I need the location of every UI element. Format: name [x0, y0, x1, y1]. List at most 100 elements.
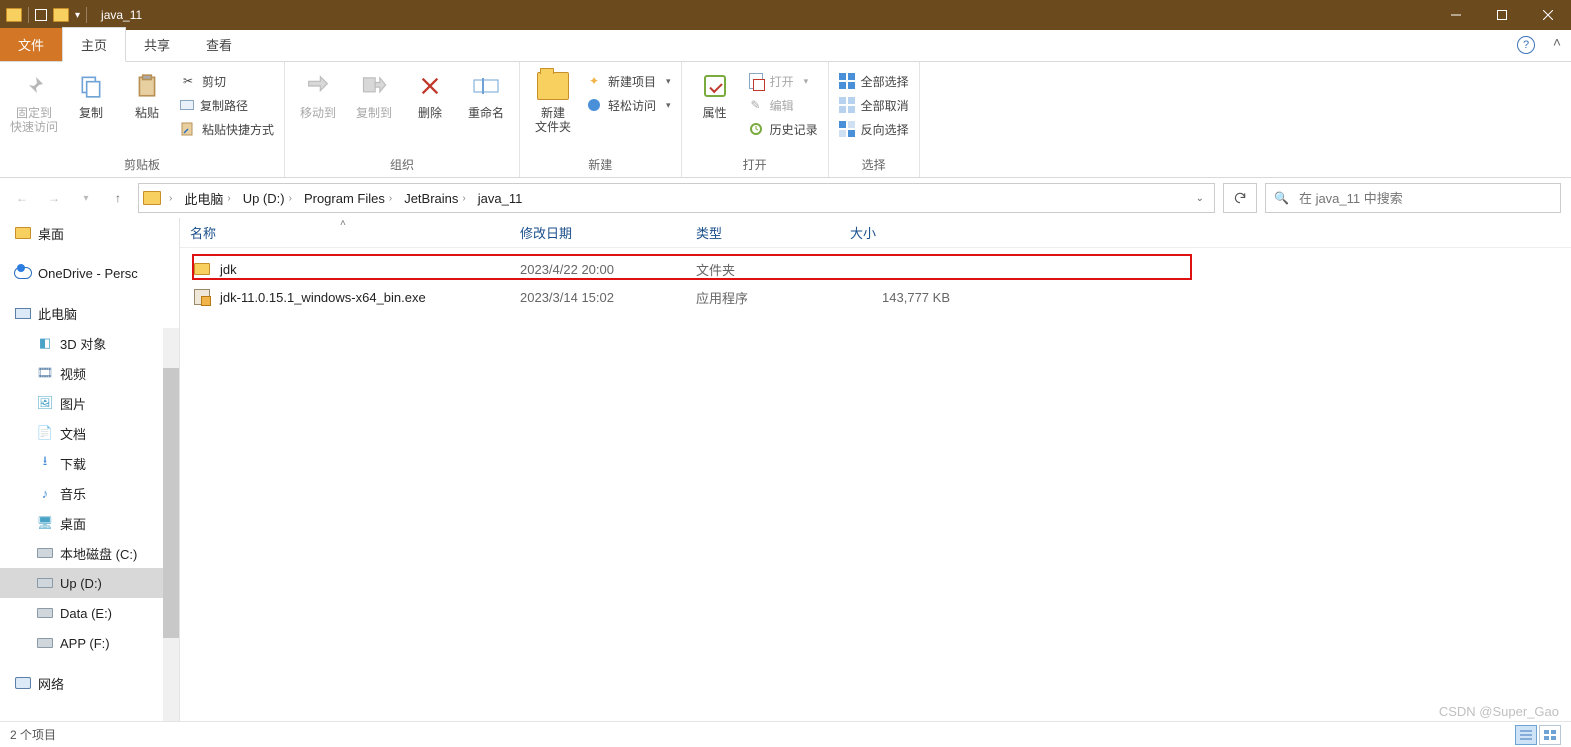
desktop-icon: 🖥 — [36, 515, 54, 531]
chevron-right-icon: › — [289, 193, 292, 204]
path-icon — [180, 100, 194, 110]
help-button[interactable]: ? — [1517, 36, 1535, 54]
shortcut-icon — [180, 121, 196, 137]
cube-icon: ◧ — [36, 335, 54, 351]
close-button[interactable] — [1525, 0, 1571, 30]
music-icon: ♪ — [36, 485, 54, 501]
tree-node-ddrive[interactable]: Up (D:) — [0, 568, 179, 598]
group-label: 新建 — [588, 156, 612, 177]
select-none-button[interactable]: 全部取消 — [839, 94, 909, 116]
cut-button[interactable]: ✂剪切 — [180, 70, 274, 92]
copy-button[interactable]: 复制 — [68, 66, 114, 120]
open-button[interactable]: 打开▾ — [748, 70, 818, 92]
group-label: 打开 — [743, 156, 767, 177]
col-type[interactable]: 类型 — [686, 223, 840, 242]
ribbon: 固定到 快速访问 复制 粘贴 ✂剪切 复制路径 粘贴快捷方式 剪贴板 移动到 复… — [0, 62, 1571, 178]
edit-button[interactable]: ✎编辑 — [748, 94, 818, 116]
maximize-button[interactable] — [1479, 0, 1525, 30]
drive-icon — [36, 635, 54, 651]
icons-view-button[interactable] — [1539, 725, 1561, 745]
back-button[interactable]: ← — [10, 186, 34, 210]
rename-button[interactable]: 重命名 — [463, 66, 509, 120]
tree-node-desktop2[interactable]: 🖥桌面 — [0, 508, 179, 538]
chevron-right-icon: › — [169, 193, 172, 204]
address-bar[interactable]: › 此电脑› Up (D:)› Program Files› JetBrains… — [138, 183, 1215, 213]
tree-node-music[interactable]: ♪音乐 — [0, 478, 179, 508]
forward-button[interactable]: → — [42, 186, 66, 210]
group-select: 全部选择 全部取消 反向选择 选择 — [829, 62, 920, 177]
tree-node-videos[interactable]: 🎞视频 — [0, 358, 179, 388]
document-icon: 📄 — [36, 425, 54, 441]
tree-node-edrive[interactable]: Data (E:) — [0, 598, 179, 628]
tree-node-documents[interactable]: 📄文档 — [0, 418, 179, 448]
col-size[interactable]: 大小 — [840, 223, 990, 242]
tab-file[interactable]: 文件 — [0, 28, 62, 61]
tree-node-fdrive[interactable]: APP (F:) — [0, 628, 179, 658]
move-to-button[interactable]: 移动到 — [295, 66, 341, 120]
folder-icon — [14, 225, 32, 241]
breadcrumb-root[interactable]: › — [165, 193, 176, 204]
breadcrumb-segment[interactable]: Program Files› — [300, 191, 396, 206]
folder-icon — [143, 191, 161, 205]
tree-node-thispc[interactable]: 此电脑 — [0, 298, 179, 328]
selectnone-icon — [839, 97, 855, 113]
breadcrumb-segment[interactable]: java_11 — [474, 191, 527, 206]
group-clipboard: 固定到 快速访问 复制 粘贴 ✂剪切 复制路径 粘贴快捷方式 剪贴板 — [0, 62, 285, 177]
tree-node-downloads[interactable]: ⭳下载 — [0, 448, 179, 478]
history-button[interactable]: 历史记录 — [748, 118, 818, 140]
new-item-button[interactable]: ✦新建项目▾ — [586, 70, 671, 92]
column-headers: ˄ 名称 修改日期 类型 大小 — [180, 218, 1571, 248]
file-row[interactable]: jdk-11.0.15.1_windows-x64_bin.exe 2023/3… — [192, 284, 1000, 310]
chevron-right-icon: › — [389, 193, 392, 204]
tree-node-pictures[interactable]: 🖼图片 — [0, 388, 179, 418]
breadcrumb-segment[interactable]: Up (D:)› — [239, 191, 296, 206]
invert-selection-button[interactable]: 反向选择 — [839, 118, 909, 140]
tree-node-network[interactable]: 网络 — [0, 668, 179, 698]
select-all-button[interactable]: 全部选择 — [839, 70, 909, 92]
tab-home[interactable]: 主页 — [62, 27, 126, 62]
window-controls — [1433, 0, 1571, 30]
tab-share[interactable]: 共享 — [126, 28, 188, 61]
refresh-button[interactable] — [1223, 183, 1257, 213]
navigation-tree: 桌面 OneDrive - Persc 此电脑 ◧3D 对象 🎞视频 🖼图片 📄… — [0, 218, 180, 721]
status-bar: 2 个项目 — [0, 721, 1571, 747]
breadcrumb-segment[interactable]: JetBrains› — [400, 191, 470, 206]
tree-node-3dobjects[interactable]: ◧3D 对象 — [0, 328, 179, 358]
search-input[interactable] — [1297, 190, 1552, 207]
search-box[interactable]: 🔍 — [1265, 183, 1561, 213]
tree-node-desktop[interactable]: 桌面 — [0, 218, 179, 248]
details-view-button[interactable] — [1515, 725, 1537, 745]
delete-button[interactable]: 删除 — [407, 66, 453, 120]
properties-button[interactable]: 属性 — [692, 66, 738, 120]
easy-access-button[interactable]: 轻松访问▾ — [586, 94, 671, 116]
drive-icon — [36, 545, 54, 561]
chevron-down-icon: ▾ — [804, 76, 809, 87]
pin-quickaccess-button[interactable]: 固定到 快速访问 — [10, 66, 58, 134]
group-organize: 移动到 复制到 删除 重命名 组织 — [285, 62, 520, 177]
copy-to-button[interactable]: 复制到 — [351, 66, 397, 120]
tab-view[interactable]: 查看 — [188, 28, 250, 61]
checkbox-icon[interactable] — [35, 9, 47, 21]
copy-path-button[interactable]: 复制路径 — [180, 94, 274, 116]
tree-scrollbar-thumb[interactable] — [163, 368, 179, 638]
minimize-button[interactable] — [1433, 0, 1479, 30]
up-button[interactable]: ↑ — [106, 186, 130, 210]
new-folder-button[interactable]: 新建 文件夹 — [530, 66, 576, 134]
paste-button[interactable]: 粘贴 — [124, 66, 170, 120]
separator — [86, 7, 87, 23]
tree-node-onedrive[interactable]: OneDrive - Persc — [0, 258, 179, 288]
recent-dropdown[interactable]: ▾ — [74, 186, 98, 210]
qat-dropdown-icon[interactable]: ▾ — [75, 10, 80, 21]
ribbon-tabs: 文件 主页 共享 查看 ˄ ? — [0, 30, 1571, 62]
address-dropdown-icon[interactable]: ⌄ — [1196, 193, 1210, 204]
chevron-right-icon: › — [227, 193, 230, 204]
paste-shortcut-button[interactable]: 粘贴快捷方式 — [180, 118, 274, 140]
minimize-ribbon-icon[interactable]: ˄ — [1553, 34, 1561, 50]
tree-node-cdrive[interactable]: 本地磁盘 (C:) — [0, 538, 179, 568]
delete-icon — [414, 70, 446, 102]
breadcrumb-segment[interactable]: 此电脑› — [180, 189, 234, 208]
col-date[interactable]: 修改日期 — [510, 223, 686, 242]
file-row[interactable]: jdk 2023/4/22 20:00 文件夹 — [192, 256, 1000, 282]
watermark: CSDN @Super_Gao — [1439, 704, 1559, 719]
moveto-icon — [302, 70, 334, 102]
